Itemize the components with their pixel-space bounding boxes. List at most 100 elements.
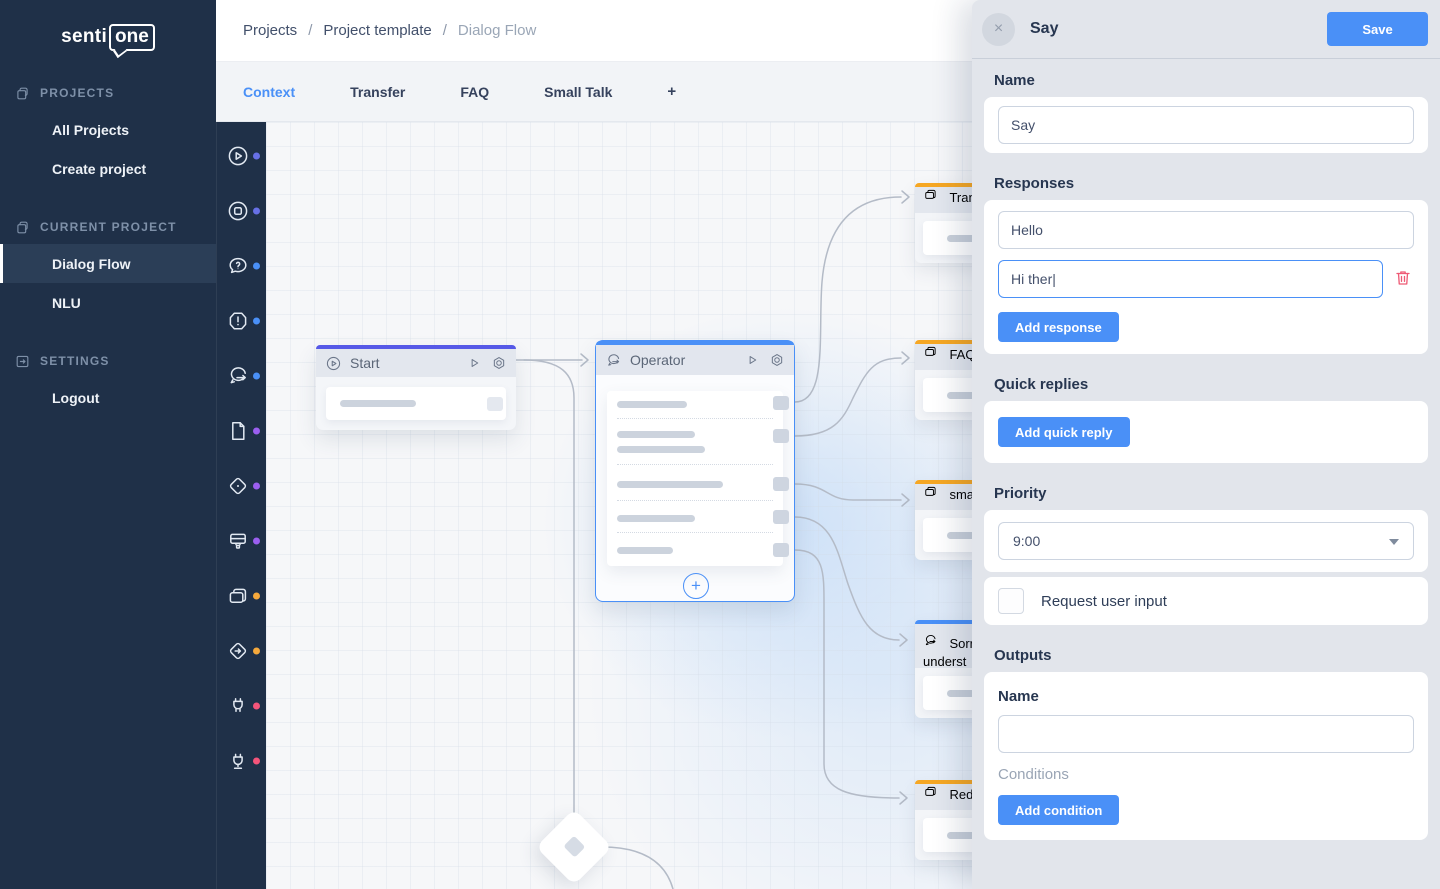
add-output-button[interactable]: + [683, 573, 709, 599]
outputs-card: Name Conditions Add condition [984, 672, 1428, 840]
output-connector[interactable] [773, 396, 789, 410]
response-slot[interactable] [326, 387, 506, 420]
sidebar-item-logout[interactable]: Logout [0, 378, 216, 417]
placeholder-line [617, 446, 705, 453]
palette-play-node[interactable] [217, 128, 266, 183]
node-title: Start [350, 355, 466, 371]
request-user-input-checkbox[interactable] [998, 588, 1024, 614]
palette-stop-node[interactable] [217, 183, 266, 238]
node-operator-header: Operator [596, 345, 794, 375]
logout-box-icon [14, 353, 31, 370]
priority-value: 9:00 [1013, 533, 1040, 549]
pages-icon [14, 85, 31, 102]
tab-context[interactable]: Context [243, 84, 295, 100]
priority-select[interactable]: 9:00 [998, 522, 1414, 560]
divider [617, 500, 773, 501]
save-button[interactable]: Save [1327, 12, 1428, 46]
output-connector[interactable] [773, 543, 789, 557]
delete-response-button[interactable] [1392, 267, 1414, 291]
node-palette [216, 122, 266, 889]
sidebar-section-settings: SETTINGS [0, 344, 216, 378]
add-quick-reply-button[interactable]: Add quick reply [998, 417, 1130, 447]
breadcrumb-project-template[interactable]: Project template [323, 22, 431, 39]
node-title: Red [949, 787, 973, 802]
responses-card: Add response [984, 200, 1428, 354]
add-response-button[interactable]: Add response [998, 312, 1119, 342]
priority-card: 9:00 [984, 510, 1428, 572]
node-operator[interactable]: Operator [595, 340, 795, 602]
palette-dot [253, 482, 260, 489]
node-title: sma [949, 487, 974, 502]
node-settings-icon[interactable] [769, 352, 785, 368]
close-icon: × [994, 20, 1003, 38]
sidebar-nav: PROJECTS All Projects Create project CUR… [0, 76, 216, 417]
bubble-arrow-icon [605, 352, 622, 369]
play-circle-icon [226, 144, 250, 168]
tab-faq[interactable]: FAQ [460, 84, 489, 100]
tab-transfer[interactable]: Transfer [350, 84, 405, 100]
palette-decision-node[interactable] [217, 458, 266, 513]
palette-say-node[interactable] [217, 348, 266, 403]
bubble-arrow-icon [226, 364, 250, 388]
sidebar-item-all-projects[interactable]: All Projects [0, 110, 216, 149]
diamond-arrow-icon [226, 639, 250, 663]
diamond-dot-icon [226, 474, 250, 498]
add-tab-button[interactable]: + [667, 83, 676, 100]
palette-dot [253, 317, 260, 324]
output-connector[interactable] [773, 477, 789, 491]
priority-section-label: Priority [994, 485, 1428, 502]
stacked-cards-icon [923, 187, 938, 202]
response-input-1[interactable] [998, 211, 1414, 249]
logo-bubble-text: one [109, 24, 155, 51]
palette-dot [253, 262, 260, 269]
close-panel-button[interactable]: × [982, 13, 1015, 46]
run-node-icon[interactable] [466, 355, 482, 371]
node-title: Operator [630, 352, 744, 368]
plug-alt-icon [226, 749, 250, 773]
output-connector[interactable] [487, 397, 503, 411]
palette-integration-alt-node[interactable] [217, 733, 266, 788]
palette-question-node[interactable] [217, 238, 266, 293]
node-start[interactable]: Start [316, 345, 516, 430]
placeholder-line [617, 515, 695, 522]
connector-handle[interactable] [563, 836, 585, 858]
conditions-label: Conditions [998, 766, 1414, 783]
panel-title: Say [1030, 20, 1058, 38]
output-connector[interactable] [773, 429, 789, 443]
sidebar-section-current-project: CURRENT PROJECT [0, 210, 216, 244]
drive-icon [226, 529, 250, 553]
divider [617, 532, 773, 533]
sidebar-item-dialog-flow[interactable]: Dialog Flow [0, 244, 216, 283]
sidebar-item-nlu[interactable]: NLU [0, 283, 216, 322]
placeholder-line [340, 400, 416, 407]
response-input-2[interactable] [998, 260, 1383, 298]
breadcrumb-dialog-flow: Dialog Flow [458, 22, 536, 39]
run-node-icon[interactable] [744, 352, 760, 368]
palette-document-node[interactable] [217, 403, 266, 458]
palette-device-node[interactable] [217, 513, 266, 568]
palette-redirect-node[interactable] [217, 623, 266, 678]
output-name-input[interactable] [998, 715, 1414, 753]
stacked-cards-icon [226, 584, 250, 608]
node-settings-icon[interactable] [491, 355, 507, 371]
node-name-input[interactable] [998, 106, 1414, 144]
palette-alert-node[interactable] [217, 293, 266, 348]
placeholder-line [617, 481, 723, 488]
placeholder-line [617, 431, 695, 438]
palette-dot [253, 702, 260, 709]
document-icon [226, 419, 250, 443]
add-condition-button[interactable]: Add condition [998, 795, 1119, 825]
bubble-arrow-icon [923, 633, 938, 648]
sidebar-item-create-project[interactable]: Create project [0, 149, 216, 188]
tab-small-talk[interactable]: Small Talk [544, 84, 612, 100]
logo-text: senti [61, 26, 107, 48]
output-connector[interactable] [773, 510, 789, 524]
stacked-cards-icon [923, 784, 938, 799]
trash-icon [1393, 268, 1413, 288]
palette-integration-node[interactable] [217, 678, 266, 733]
node-start-header: Start [316, 349, 516, 377]
palette-context-node[interactable] [217, 568, 266, 623]
breadcrumb-separator: / [443, 22, 447, 39]
palette-dot [253, 207, 260, 214]
breadcrumb-projects[interactable]: Projects [243, 22, 297, 39]
